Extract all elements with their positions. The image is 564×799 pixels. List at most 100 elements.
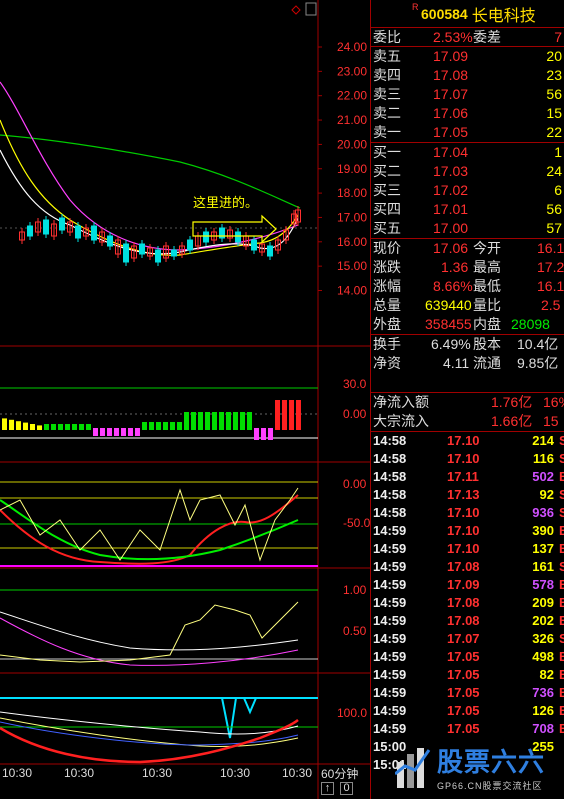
diamond-icon — [291, 5, 301, 15]
macd-bar — [268, 428, 273, 440]
candle-body — [59, 217, 65, 231]
zongliang-label: 总量 — [373, 297, 401, 313]
tick-row: 14:59 17.08 161 S — [371, 558, 564, 576]
candle-body — [187, 239, 193, 251]
tick-volume: 82 — [539, 667, 554, 682]
buy-row[interactable]: 买二 17.03 24 — [371, 162, 564, 181]
kline-chart-area[interactable]: 24.00 23.00 22.00 21.00 20.00 19.00 18.00 17.00… — [0, 0, 370, 799]
stock-name[interactable]: 长电科技 — [472, 2, 536, 26]
sell-row[interactable]: 卖二 17.06 15 — [371, 104, 564, 123]
macd-bar — [79, 424, 84, 430]
tick-time: 14:58 — [373, 487, 407, 502]
tick-price: 17.05 — [447, 667, 480, 682]
jingzi-value: 4.11 — [443, 355, 470, 371]
buy-volume: 1 — [554, 144, 562, 160]
neipan-label: 内盘 — [473, 316, 501, 332]
kline-chart[interactable]: 24.00 23.00 22.00 21.00 20.00 19.00 18.00 17.00… — [0, 0, 370, 799]
macd-bar — [16, 421, 21, 430]
candle-body — [251, 239, 257, 251]
sell-row[interactable]: 卖三 17.07 56 — [371, 85, 564, 104]
stock-title-bar: R 600584 长电科技 — [371, 0, 564, 28]
buy-row[interactable]: 买四 17.01 56 — [371, 200, 564, 219]
sell-row[interactable]: 卖五 17.09 20 — [371, 47, 564, 66]
macd-bar — [289, 400, 294, 430]
liutong-label: 流通 — [473, 355, 501, 371]
tick-price: 17.05 — [447, 703, 480, 718]
tick-volume: 936 — [532, 505, 554, 520]
neipan-value: 28098 — [511, 316, 550, 332]
big-inflow-extra: 15 — [543, 413, 559, 429]
big-inflow-value: 1.66亿 — [491, 413, 533, 429]
liangbi-label: 量比 — [473, 297, 501, 313]
tick-volume: 390 — [532, 523, 554, 538]
ind4-spikes — [221, 697, 257, 739]
buy-label: 买三 — [373, 182, 401, 198]
macd-bar — [51, 424, 56, 430]
tick-row: 14:59 17.05 126 B — [371, 702, 564, 720]
guben-label: 股本 — [473, 336, 501, 352]
zhangdie-label: 涨跌 — [373, 259, 401, 275]
macd-bar — [275, 400, 280, 430]
xianjia-label: 现价 — [373, 240, 401, 256]
buy-label: 买五 — [373, 220, 401, 236]
tick-row: 14:59 17.10 390 B — [371, 522, 564, 540]
tick-row: 14:59 17.09 578 B — [371, 576, 564, 594]
tick-flag: B — [559, 684, 564, 702]
price-tick-label: 21.00 — [337, 113, 367, 127]
weibi-value: 2.53% — [433, 29, 473, 45]
macd-bar — [282, 400, 287, 430]
candle-body — [75, 225, 81, 239]
tick-price: 17.11 — [447, 469, 479, 484]
net-inflow-value: 1.76亿 — [491, 394, 533, 410]
tick-flag: B — [559, 540, 564, 558]
tick-volume: 202 — [532, 613, 554, 628]
sell-row[interactable]: 卖一 17.05 22 — [371, 123, 564, 142]
zuigao-label: 最高 — [473, 259, 501, 275]
buy-row[interactable]: 买三 17.02 6 — [371, 181, 564, 200]
tick-volume: 137 — [532, 541, 554, 556]
tick-volume: 498 — [532, 649, 554, 664]
buy-price: 17.02 — [433, 182, 469, 198]
tick-volume: 92 — [539, 487, 554, 502]
tick-flag: B — [559, 666, 564, 684]
tick-row: 14:58 17.10 936 S — [371, 504, 564, 522]
zuidi-label: 最低 — [473, 278, 501, 294]
macd-bar — [128, 428, 133, 436]
buy-volume: 56 — [546, 201, 562, 217]
candle-body — [155, 249, 161, 263]
buy-row[interactable]: 买一 17.04 1 — [371, 143, 564, 162]
zongliang-value: 639440 — [425, 297, 472, 313]
tick-volume: 209 — [532, 595, 554, 610]
waipan-value: 358455 — [425, 316, 472, 332]
macd-tick-label: 0.00 — [343, 407, 367, 421]
macd-bar — [177, 422, 182, 430]
tick-volume: 116 — [533, 451, 554, 466]
zuigao-value: 17.2 — [537, 259, 564, 275]
sell-row[interactable]: 卖四 17.08 23 — [371, 66, 564, 85]
candle-body — [267, 245, 273, 257]
buy-row[interactable]: 买五 17.00 57 — [371, 219, 564, 238]
macd-bar — [37, 425, 42, 430]
reset-button[interactable]: 0 — [340, 782, 353, 795]
macd-bar — [254, 428, 259, 440]
price-tick-label: 19.00 — [337, 162, 367, 176]
tick-time: 14:59 — [373, 649, 407, 664]
stock-code[interactable]: 600584 — [421, 6, 468, 22]
ind2-line-green — [0, 499, 299, 561]
big-inflow-label: 大宗流入 — [373, 413, 429, 429]
tick-price: 17.10 — [447, 451, 480, 466]
buy-orders: 买一 17.04 1 买二 17.03 24 买三 17.02 6 买四 17.01 56 买五 17.0… — [371, 143, 564, 238]
macd-bar — [121, 428, 126, 436]
period-label[interactable]: 60分钟 — [321, 765, 358, 782]
ind2-tick-label: -50.00 — [343, 516, 370, 530]
tick-list[interactable]: 14:58 17.10 214 S 14:58 17.10 116 S 14:58 17.11 50… — [371, 432, 564, 774]
tick-price: 17.07 — [447, 631, 480, 646]
tick-row: 14:58 17.11 502 B — [371, 468, 564, 486]
price-tick-label: 18.00 — [337, 186, 367, 200]
buy-label: 买二 — [373, 163, 401, 179]
tick-time: 14:59 — [373, 559, 407, 574]
sell-volume: 15 — [546, 105, 562, 121]
tick-volume: 214 — [532, 433, 554, 448]
chart-nav-buttons: ↑ 0 — [321, 782, 353, 795]
scroll-up-button[interactable]: ↑ — [321, 782, 334, 795]
